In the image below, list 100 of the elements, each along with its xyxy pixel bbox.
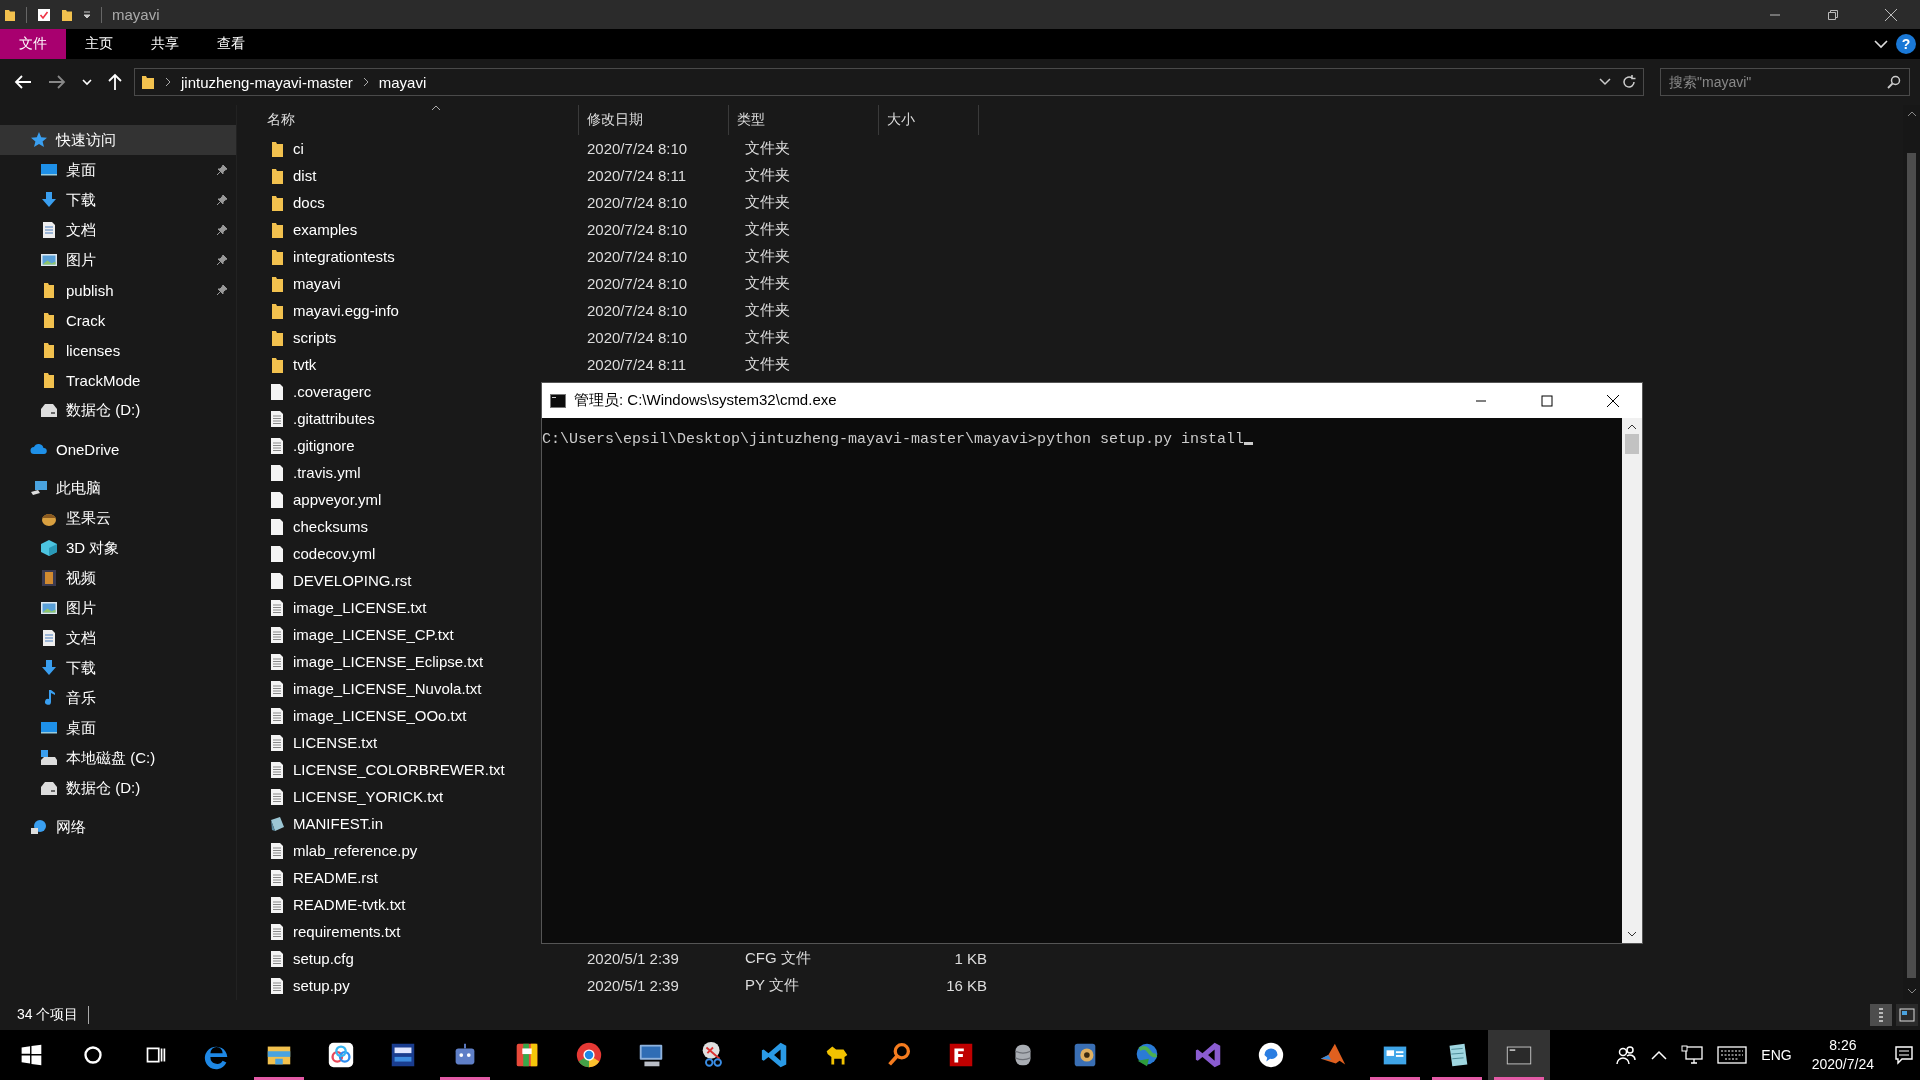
column-header[interactable]: 修改日期 xyxy=(579,105,729,135)
keyboard-icon[interactable] xyxy=(1717,1046,1748,1064)
breadcrumb-chevron-icon[interactable] xyxy=(362,77,369,87)
file-name[interactable]: codecov.yml xyxy=(293,545,376,562)
nav-item[interactable]: 桌面 xyxy=(0,713,236,743)
file-name[interactable]: image_LICENSE.txt xyxy=(293,599,427,616)
scroll-up-icon[interactable] xyxy=(1627,424,1637,430)
nav-item[interactable]: 下载 xyxy=(0,185,236,215)
file-name[interactable]: README-tvtk.txt xyxy=(293,896,406,913)
nav-item[interactable]: 视频 xyxy=(0,563,236,593)
file-name[interactable]: DEVELOPING.rst xyxy=(293,572,412,589)
column-header[interactable]: 类型 xyxy=(729,105,879,135)
tiles-view-icon[interactable] xyxy=(1896,1004,1918,1026)
up-arrow-icon[interactable] xyxy=(108,73,122,91)
file-name[interactable]: .gitignore xyxy=(293,437,355,454)
file-name[interactable]: examples xyxy=(293,221,358,238)
nav-item[interactable]: 网络 xyxy=(0,812,236,842)
file-name[interactable]: mayavi xyxy=(293,275,341,292)
scroll-up-icon[interactable] xyxy=(1906,111,1917,117)
file-name[interactable]: integrationtests xyxy=(293,248,395,265)
nav-item[interactable]: OneDrive xyxy=(0,434,236,464)
nav-item[interactable]: 3D 对象 xyxy=(0,533,236,563)
file-name[interactable]: .coveragerc xyxy=(293,383,372,400)
file-name[interactable]: mlab_reference.py xyxy=(293,842,418,859)
chevron-up-icon[interactable] xyxy=(1651,1050,1668,1060)
nav-item[interactable]: 下载 xyxy=(0,653,236,683)
file-name[interactable]: README.rst xyxy=(293,869,378,886)
new-folder-icon[interactable] xyxy=(61,7,73,22)
file-name[interactable]: LICENSE_COLORBREWER.txt xyxy=(293,761,505,778)
scroll-thumb[interactable] xyxy=(1625,434,1639,454)
nav-item[interactable]: 此电脑 xyxy=(0,473,236,503)
file-name[interactable]: LICENSE.txt xyxy=(293,734,378,751)
search-field[interactable]: 搜索"mayavi" xyxy=(1660,68,1910,96)
pin-icon[interactable] xyxy=(216,224,228,236)
nav-item[interactable]: 坚果云 xyxy=(0,503,236,533)
file-name[interactable]: requirements.txt xyxy=(293,923,401,940)
nav-item[interactable]: 本地磁盘 (C:) xyxy=(0,743,236,773)
language-indicator[interactable]: ENG xyxy=(1761,1047,1792,1063)
notification-icon[interactable] xyxy=(1894,1045,1914,1065)
properties-icon[interactable] xyxy=(37,7,51,22)
help-button[interactable]: ? xyxy=(1896,34,1916,54)
nav-item[interactable]: 文档 xyxy=(0,623,236,653)
scroll-down-icon[interactable] xyxy=(1627,931,1637,937)
nav-item[interactable]: licenses xyxy=(0,335,236,365)
column-header[interactable]: 大小 xyxy=(879,105,979,135)
file-name[interactable]: setup.py xyxy=(293,977,350,994)
file-name[interactable]: mayavi.egg-info xyxy=(293,302,399,319)
breadcrumb-chevron-icon[interactable] xyxy=(165,77,171,87)
people-icon[interactable] xyxy=(1615,1044,1638,1066)
file-name[interactable]: image_LICENSE_Nuvola.txt xyxy=(293,680,482,697)
nav-item[interactable]: 音乐 xyxy=(0,683,236,713)
history-caret-icon[interactable] xyxy=(82,78,92,86)
pin-icon[interactable] xyxy=(216,194,228,206)
file-name[interactable]: checksums xyxy=(293,518,369,535)
ribbon-tab[interactable]: 共享 xyxy=(132,29,198,59)
details-view-icon[interactable] xyxy=(1870,1004,1892,1026)
file-name[interactable]: image_LICENSE_OOo.txt xyxy=(293,707,467,724)
forward-arrow-icon[interactable] xyxy=(48,74,66,90)
file-name[interactable]: MANIFEST.in xyxy=(293,815,383,832)
nav-item[interactable]: TrackMode xyxy=(0,365,236,395)
customize-caret-icon[interactable] xyxy=(83,10,91,19)
nav-item[interactable]: 图片 xyxy=(0,593,236,623)
nav-item[interactable]: 文档 xyxy=(0,215,236,245)
file-name[interactable]: LICENSE_YORICK.txt xyxy=(293,788,444,805)
scroll-down-icon[interactable] xyxy=(1906,988,1917,994)
nav-item[interactable]: 图片 xyxy=(0,245,236,275)
file-name[interactable]: .gitattributes xyxy=(293,410,375,427)
pin-icon[interactable] xyxy=(216,284,228,296)
refresh-icon[interactable] xyxy=(1621,74,1637,90)
nav-item[interactable]: 数据仓 (D:) xyxy=(0,395,236,425)
file-name[interactable]: setup.cfg xyxy=(293,950,354,967)
ribbon-tab[interactable]: 查看 xyxy=(198,29,264,59)
file-name[interactable]: image_LICENSE_Eclipse.txt xyxy=(293,653,484,670)
clock-time[interactable]: 8:26 xyxy=(1829,1036,1857,1055)
column-header[interactable]: 名称 xyxy=(259,105,579,135)
nav-item[interactable]: 快速访问 xyxy=(0,125,236,155)
file-name[interactable]: scripts xyxy=(293,329,337,346)
back-arrow-icon[interactable] xyxy=(14,74,32,90)
network-icon[interactable] xyxy=(1681,1045,1704,1065)
clock-date[interactable]: 2020/7/24 xyxy=(1811,1055,1874,1074)
ribbon-tab[interactable]: 主页 xyxy=(66,29,132,59)
expand-ribbon-icon[interactable] xyxy=(1874,39,1888,49)
file-name[interactable]: docs xyxy=(293,194,325,211)
ribbon-tab[interactable]: 文件 xyxy=(0,29,66,59)
nav-item[interactable]: 桌面 xyxy=(0,155,236,185)
file-name[interactable]: appveyor.yml xyxy=(293,491,382,508)
breadcrumb[interactable]: jintuzheng-mayavi-master xyxy=(181,73,353,91)
breadcrumb[interactable]: mayavi xyxy=(378,73,427,91)
file-name[interactable]: dist xyxy=(293,167,317,184)
nav-item[interactable]: publish xyxy=(0,275,236,305)
nav-item[interactable]: Crack xyxy=(0,305,236,335)
address-dropdown-icon[interactable] xyxy=(1599,78,1611,86)
console-window[interactable]: 管理员: C:\Windows\system32\cmd.exe C:\Users\epsil\Desktop\jintuzheng-mayavi-master\mayavi>python setup.py install xyxy=(541,382,1643,944)
nav-item[interactable]: 数据仓 (D:) xyxy=(0,773,236,803)
pin-icon[interactable] xyxy=(216,164,228,176)
pin-icon[interactable] xyxy=(216,254,228,266)
file-name[interactable]: .travis.yml xyxy=(293,464,361,481)
address-bar[interactable]: jintuzheng-mayavi-master mayavi xyxy=(134,68,1644,96)
scrollbar[interactable] xyxy=(1622,418,1642,943)
file-name[interactable]: tvtk xyxy=(293,356,317,373)
